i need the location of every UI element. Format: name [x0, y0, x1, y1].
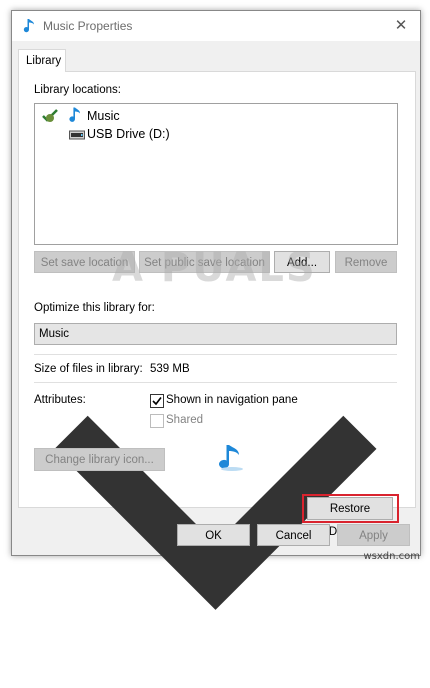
- remove-button[interactable]: Remove: [335, 251, 397, 273]
- optimize-dropdown[interactable]: Music: [34, 323, 397, 610]
- set-public-save-location-button[interactable]: Set public save location: [139, 251, 270, 273]
- site-credit: wsxdn.com: [363, 551, 420, 562]
- location-name: USB Drive (D:): [87, 127, 170, 141]
- music-note-icon: [23, 19, 34, 33]
- list-item[interactable]: Music: [39, 107, 339, 125]
- optimize-label: Optimize this library for:: [34, 302, 155, 314]
- tab-library-label: Library: [26, 55, 62, 67]
- apply-button[interactable]: Apply: [337, 524, 410, 546]
- library-tab-panel: Library locations: Music USB Drive (D:) …: [18, 71, 416, 610]
- music-note-icon: [69, 107, 80, 122]
- library-locations-list[interactable]: Music USB Drive (D:): [34, 103, 398, 245]
- checkmark-icon: [152, 397, 162, 406]
- library-music-icon: [219, 445, 243, 471]
- properties-dialog: Music Properties ✕ Library Library locat…: [11, 10, 421, 610]
- library-locations-heading: Library locations:: [34, 84, 121, 96]
- list-item[interactable]: USB Drive (D:): [39, 126, 339, 144]
- title-bar: Music Properties ✕: [12, 11, 420, 41]
- change-library-icon-button[interactable]: Change library icon...: [34, 448, 165, 471]
- window-title: Music Properties: [43, 19, 133, 33]
- default-location-check-icon: [42, 109, 58, 122]
- divider: [34, 382, 397, 383]
- optimize-selected-value: Music: [39, 328, 70, 340]
- drive-icon: [69, 130, 85, 140]
- divider: [34, 354, 397, 355]
- highlight-box: [302, 494, 399, 523]
- close-icon[interactable]: ✕: [390, 15, 412, 37]
- shown-in-navigation-checkbox[interactable]: [150, 394, 164, 408]
- shared-label: Shared: [166, 414, 204, 426]
- size-value: 539 MB: [150, 363, 190, 375]
- location-name: Music: [87, 109, 120, 123]
- attributes-label: Attributes:: [34, 394, 86, 406]
- add-button[interactable]: Add...: [274, 251, 330, 273]
- cancel-button[interactable]: Cancel: [257, 524, 330, 546]
- tab-library[interactable]: Library: [18, 49, 66, 72]
- shared-checkbox[interactable]: [150, 414, 164, 428]
- ok-button[interactable]: OK: [177, 524, 250, 546]
- size-label: Size of files in library:: [34, 363, 143, 375]
- set-save-location-button[interactable]: Set save location: [34, 251, 135, 273]
- shown-in-navigation-label: Shown in navigation pane: [166, 394, 298, 406]
